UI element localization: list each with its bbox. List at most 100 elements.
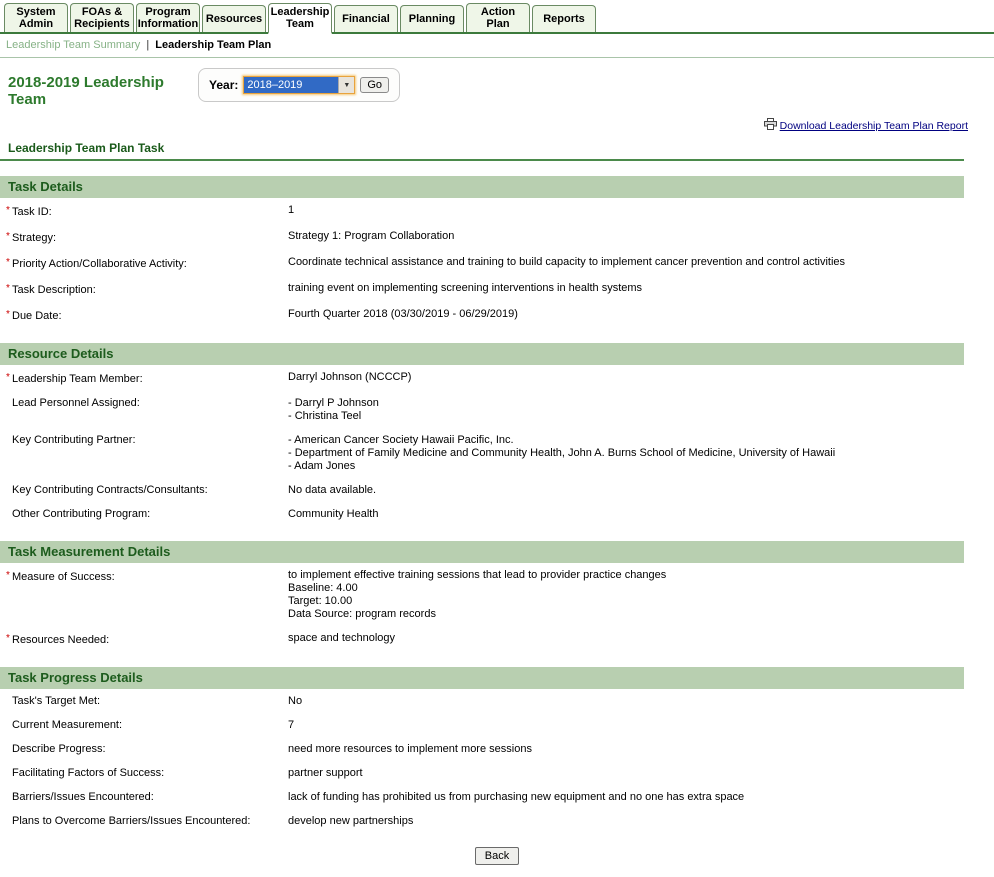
field-value: to implement effective training sessions… <box>288 569 964 621</box>
download-report-link[interactable]: Download Leadership Team Plan Report <box>780 120 968 132</box>
page-root: System Admin FOAs & Recipients Program Inf… <box>0 0 994 865</box>
chevron-down-icon[interactable]: ▼ <box>338 77 354 93</box>
download-row: Download Leadership Team Plan Report <box>0 108 994 133</box>
section-heading: Resource Details <box>0 343 964 365</box>
section-heading: Task Details <box>0 176 964 198</box>
field-value: Fourth Quarter 2018 (03/30/2019 - 06/29/… <box>288 308 964 321</box>
field-label-text: Measure of Success: <box>12 571 115 583</box>
field-label: Lead Personnel Assigned: <box>0 397 288 410</box>
field-label-text: Lead Personnel Assigned: <box>12 397 140 409</box>
field-value: lack of funding has prohibited us from p… <box>288 791 964 804</box>
tab-program-information[interactable]: Program Information <box>136 3 200 32</box>
field-label-text: Priority Action/Collaborative Activity: <box>12 258 187 270</box>
field-row: *Priority Action/Collaborative Activity:… <box>0 250 964 276</box>
field-row: Plans to Overcome Barriers/Issues Encoun… <box>0 809 964 833</box>
field-label-text: Current Measurement: <box>12 719 122 731</box>
tab-label: Financial <box>342 13 390 25</box>
tab-label: FOAs & Recipients <box>74 6 130 30</box>
field-label: *Due Date: <box>0 308 288 323</box>
tab-label: System Admin <box>8 6 64 30</box>
field-label: *Leadership Team Member: <box>0 371 288 386</box>
page-title: 2018-2019 Leadership Team <box>8 74 198 108</box>
field-label: Key Contributing Contracts/Consultants: <box>0 484 288 497</box>
field-label: *Task Description: <box>0 282 288 297</box>
field-row: Key Contributing Contracts/Consultants: N… <box>0 478 964 502</box>
sections-container: Task Details*Task ID:1*Strategy:Strategy… <box>0 176 964 833</box>
field-value: Strategy 1: Program Collaboration <box>288 230 964 243</box>
field-label: Describe Progress: <box>0 743 288 756</box>
field-value: No <box>288 695 964 708</box>
field-label-text: Key Contributing Contracts/Consultants: <box>12 484 208 496</box>
field-label-text: Barriers/Issues Encountered: <box>12 791 154 803</box>
field-label-text: Key Contributing Partner: <box>12 434 136 446</box>
tab-label: Program Information <box>138 6 199 30</box>
detail-section: Task Progress DetailsTask's Target Met:N… <box>0 667 964 833</box>
tab-planning[interactable]: Planning <box>400 5 464 32</box>
field-value: 7 <box>288 719 964 732</box>
field-value: Darryl Johnson (NCCCP) <box>288 371 964 384</box>
tab-label: Action Plan <box>470 6 526 30</box>
field-label: Current Measurement: <box>0 719 288 732</box>
back-button[interactable]: Back <box>475 847 519 865</box>
year-select-value: 2018–2019 <box>244 77 338 93</box>
field-value: No data available. <box>288 484 964 497</box>
detail-section: Resource Details*Leadership Team Member:… <box>0 343 964 526</box>
tab-label: Reports <box>543 13 585 25</box>
field-value: develop new partnerships <box>288 815 964 828</box>
field-row: *Resources Needed:space and technology <box>0 626 964 652</box>
field-value: - Darryl P Johnson - Christina Teel <box>288 397 964 423</box>
tab-system-admin[interactable]: System Admin <box>4 3 68 32</box>
back-row: Back <box>0 847 994 865</box>
field-label-text: Describe Progress: <box>12 743 106 755</box>
breadcrumb: Leadership Team Summary | Leadership Tea… <box>0 34 994 58</box>
year-selector-box: Year: 2018–2019 ▼ Go <box>198 68 400 102</box>
field-row: *Task ID:1 <box>0 198 964 224</box>
field-label: *Resources Needed: <box>0 632 288 647</box>
tab-resources[interactable]: Resources <box>202 5 266 32</box>
field-label: Plans to Overcome Barriers/Issues Encoun… <box>0 815 288 828</box>
field-label-text: Facilitating Factors of Success: <box>12 767 164 779</box>
field-label-text: Due Date: <box>12 310 62 322</box>
plan-task-heading: Leadership Team Plan Task <box>0 139 964 161</box>
field-row: Barriers/Issues Encountered: lack of fund… <box>0 785 964 809</box>
field-label-text: Task Description: <box>12 284 96 296</box>
field-label: Other Contributing Program: <box>0 508 288 521</box>
field-row: *Task Description:training event on impl… <box>0 276 964 302</box>
tab-action-plan[interactable]: Action Plan <box>466 3 530 32</box>
field-label-text: Other Contributing Program: <box>12 508 150 520</box>
field-value: Coordinate technical assistance and trai… <box>288 256 964 269</box>
field-row: *Measure of Success:to implement effecti… <box>0 563 964 626</box>
field-value: training event on implementing screening… <box>288 282 964 295</box>
field-row: Lead Personnel Assigned: - Darryl P Johns… <box>0 391 964 428</box>
field-row: Task's Target Met:No <box>0 689 964 713</box>
breadcrumb-separator: | <box>146 39 149 51</box>
field-value: partner support <box>288 767 964 780</box>
field-label: *Task ID: <box>0 204 288 219</box>
field-row: Facilitating Factors of Success: partner … <box>0 761 964 785</box>
field-row: *Leadership Team Member:Darryl Johnson (… <box>0 365 964 391</box>
field-label-text: Task ID: <box>12 206 52 218</box>
field-label: Task's Target Met: <box>0 695 288 708</box>
field-value: - American Cancer Society Hawaii Pacific… <box>288 434 964 473</box>
field-label: Key Contributing Partner: <box>0 434 288 447</box>
tab-leadership-team[interactable]: Leadership Team <box>268 3 332 34</box>
field-row: Key Contributing Partner: - American Canc… <box>0 428 964 478</box>
section-heading: Task Measurement Details <box>0 541 964 563</box>
field-label: Facilitating Factors of Success: <box>0 767 288 780</box>
tab-label: Leadership Team <box>271 6 330 30</box>
printer-icon <box>764 118 777 133</box>
breadcrumb-link-summary[interactable]: Leadership Team Summary <box>6 39 140 51</box>
field-label: *Measure of Success: <box>0 569 288 584</box>
field-value: need more resources to implement more se… <box>288 743 964 756</box>
field-label-text: Leadership Team Member: <box>12 373 143 385</box>
section-heading: Task Progress Details <box>0 667 964 689</box>
field-value: space and technology <box>288 632 964 645</box>
field-row: *Due Date:Fourth Quarter 2018 (03/30/201… <box>0 302 964 328</box>
tab-financial[interactable]: Financial <box>334 5 398 32</box>
go-button[interactable]: Go <box>360 77 389 93</box>
tab-label: Resources <box>206 13 262 25</box>
tab-reports[interactable]: Reports <box>532 5 596 32</box>
tab-foas-recipients[interactable]: FOAs & Recipients <box>70 3 134 32</box>
year-select[interactable]: 2018–2019 ▼ <box>243 76 355 94</box>
tab-label: Planning <box>409 13 455 25</box>
